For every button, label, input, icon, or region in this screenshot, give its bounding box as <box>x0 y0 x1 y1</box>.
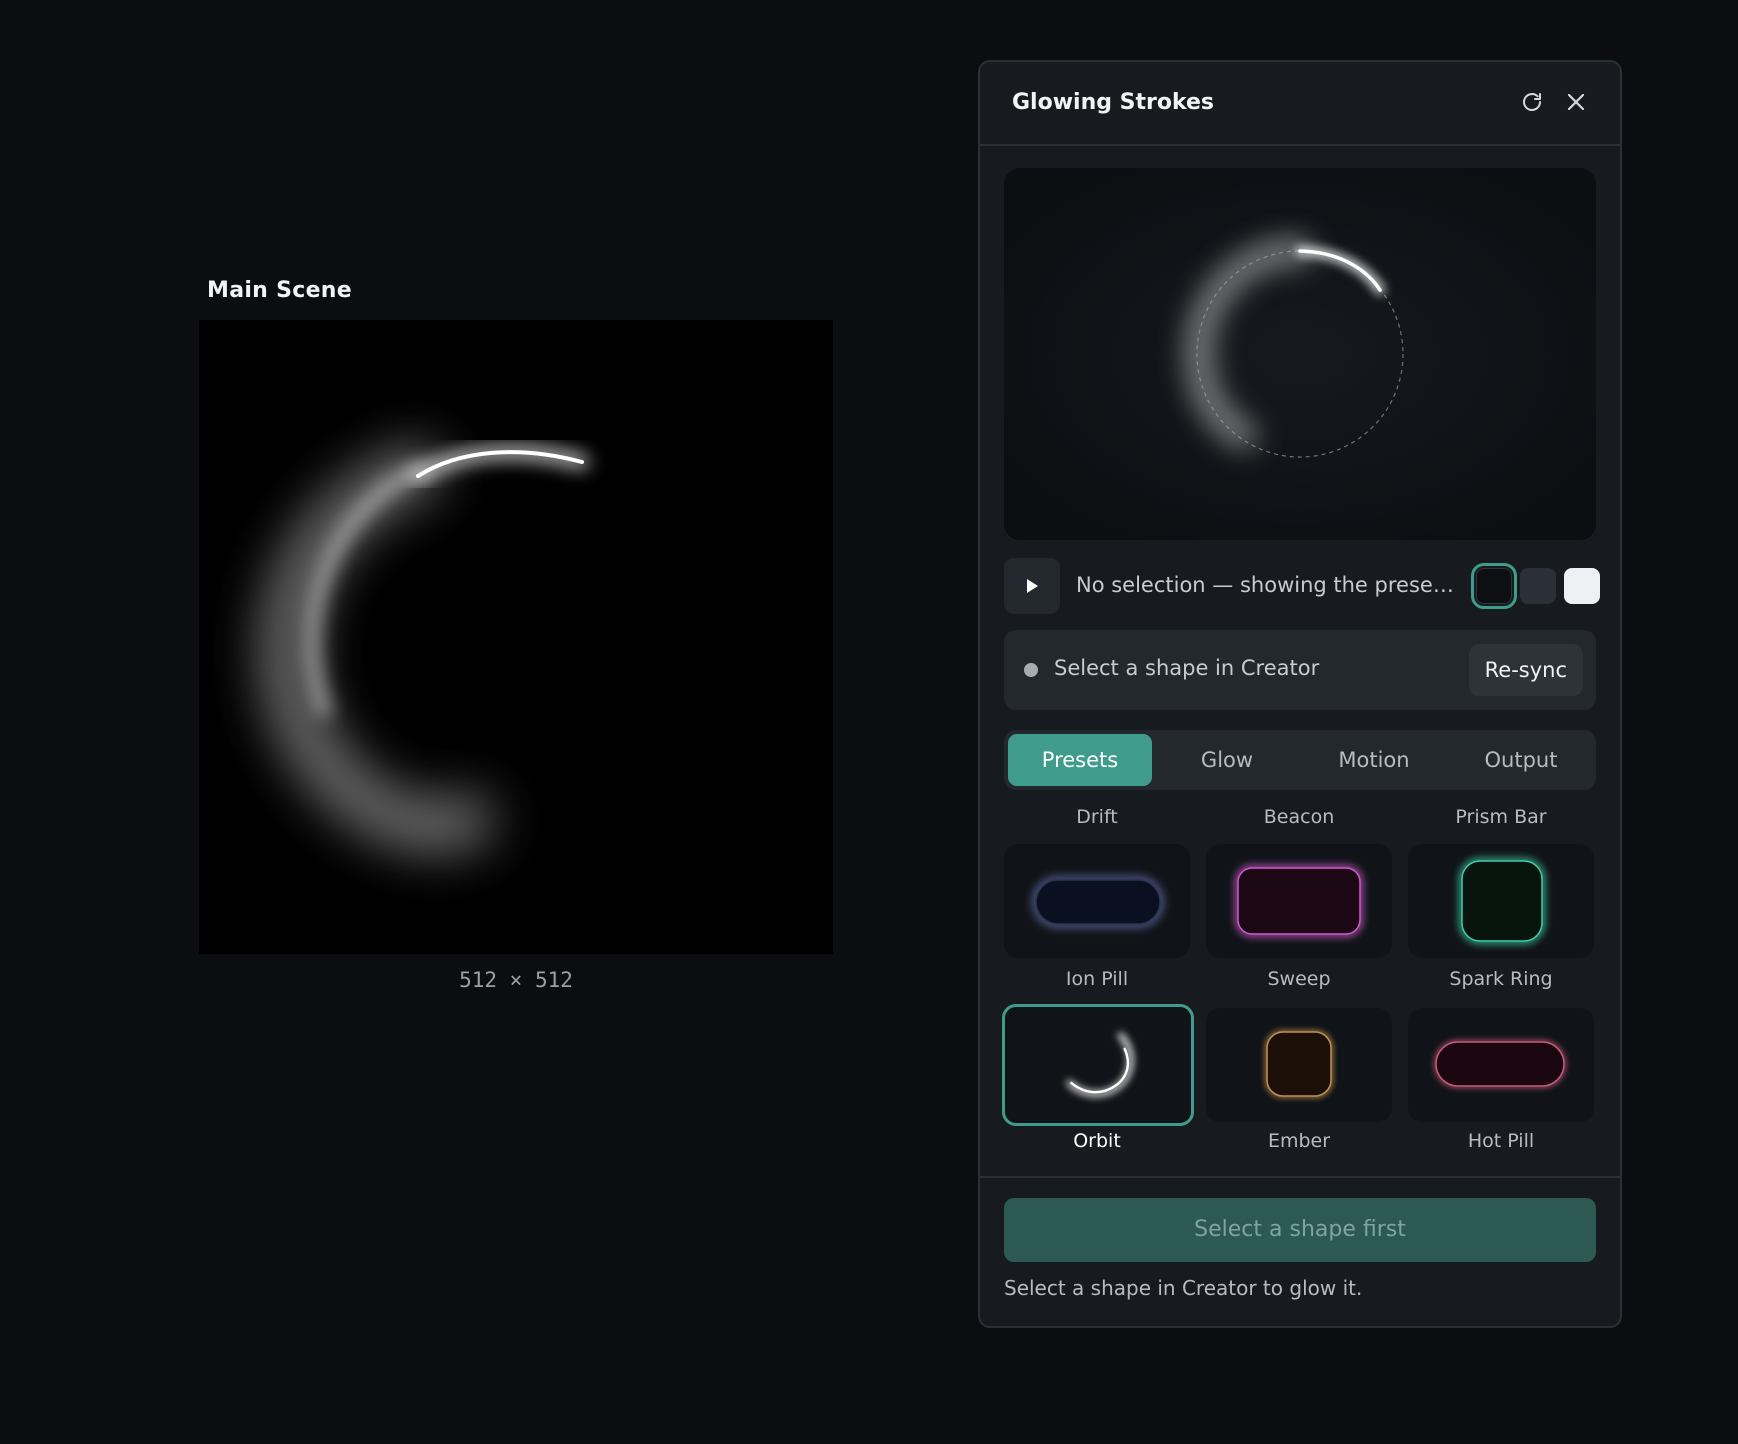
preset-name-hot-pill: Hot Pill <box>1467 1130 1535 1152</box>
preset-label-beacon: Beacon <box>1263 806 1335 828</box>
preset-orbit[interactable] <box>1002 1004 1194 1126</box>
preset-label-prism-bar: Prism Bar <box>1455 806 1547 828</box>
preset-name-ion-pill: Ion Pill <box>1065 968 1129 990</box>
panel-title: Glowing Strokes <box>1012 90 1215 115</box>
scene-canvas[interactable] <box>199 320 833 954</box>
preset-name-orbit: Orbit <box>1073 1130 1121 1152</box>
refresh-icon <box>1523 93 1541 111</box>
status-dot <box>1024 663 1038 677</box>
footer-hint: Select a shape in Creator to glow it. <box>1004 1276 1363 1300</box>
glow-preview <box>1004 168 1596 540</box>
preset-name-sweep: Sweep <box>1267 968 1331 990</box>
playback-row: No selection — showing the preset'... <box>1004 558 1600 614</box>
preset-ion-pill[interactable] <box>1004 844 1190 958</box>
swatch-slate[interactable] <box>1520 568 1556 604</box>
tab-bar: Presets Glow Motion Output <box>1004 730 1596 790</box>
sync-status-text: Select a shape in Creator <box>1054 656 1320 680</box>
resync-button[interactable]: Re-sync <box>1468 644 1583 696</box>
preset-name-spark-ring: Spark Ring <box>1449 968 1553 990</box>
scene-title: Main Scene <box>207 278 352 303</box>
play-icon <box>1027 579 1038 593</box>
close-icon <box>1567 93 1585 111</box>
apply-glow-button[interactable]: Select a shape first <box>1004 1198 1596 1262</box>
preview-status: No selection — showing the preset'... <box>1076 573 1454 597</box>
tab-presets[interactable]: Presets <box>1008 734 1152 786</box>
swatch-black[interactable] <box>1471 563 1517 609</box>
footer-divider <box>980 1176 1620 1178</box>
close-button[interactable] <box>1562 88 1590 116</box>
panel-header: Glowing Strokes <box>980 62 1620 146</box>
selection-sync: Select a shape in Creator Re-sync <box>1004 630 1596 710</box>
preset-spark-ring[interactable] <box>1408 844 1594 958</box>
preset-ember[interactable] <box>1206 1008 1392 1122</box>
refresh-button[interactable] <box>1518 88 1546 116</box>
preset-name-ember: Ember <box>1267 1130 1331 1152</box>
tab-glow[interactable]: Glow <box>1155 734 1299 786</box>
scene-size-label: 512 × 512 <box>459 968 573 992</box>
play-button[interactable] <box>1004 558 1060 614</box>
preset-hot-pill[interactable] <box>1408 1008 1594 1122</box>
preset-sweep[interactable] <box>1206 844 1392 958</box>
tab-output[interactable]: Output <box>1449 734 1593 786</box>
tab-motion[interactable]: Motion <box>1302 734 1446 786</box>
preset-label-drift: Drift <box>1076 806 1118 828</box>
swatch-white[interactable] <box>1564 568 1600 604</box>
glowing-strokes-panel: Glowing Strokes No selection — showing t… <box>978 60 1622 1328</box>
